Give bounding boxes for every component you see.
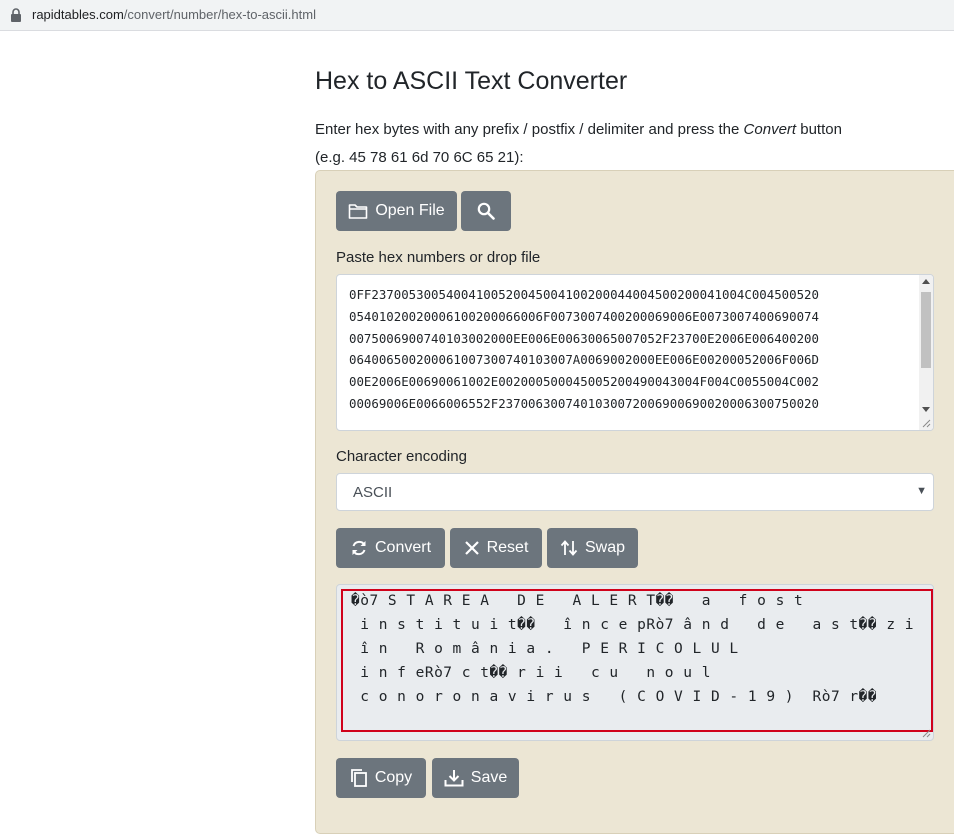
scrollbar-thumb[interactable] bbox=[921, 292, 931, 368]
search-icon bbox=[477, 202, 495, 220]
scroll-up-arrow-icon[interactable] bbox=[922, 279, 930, 284]
hex-input-label: Paste hex numbers or drop file bbox=[336, 249, 541, 266]
reset-button[interactable]: Reset bbox=[450, 528, 542, 568]
lock-icon bbox=[11, 8, 21, 22]
scroll-down-arrow-icon[interactable] bbox=[922, 407, 930, 412]
url-text[interactable]: rapidtables.com/convert/number/hex-to-as… bbox=[32, 7, 316, 22]
url-host: rapidtables.com bbox=[32, 7, 124, 22]
hex-line: 05401020020006100200066006F0073007400200… bbox=[349, 308, 819, 324]
hex-line: 0075006900740103002000EE006E006300650070… bbox=[349, 330, 819, 346]
page-title: Hex to ASCII Text Converter bbox=[315, 67, 628, 95]
download-icon bbox=[444, 770, 464, 787]
output-line: i n s t i t u i t�� î n c e pRò7 â n d d… bbox=[351, 617, 915, 633]
search-button[interactable] bbox=[461, 191, 511, 231]
hex-line: 00E2006E00690061002E00200050004500520049… bbox=[349, 374, 819, 390]
copy-label: Copy bbox=[374, 769, 413, 786]
folder-icon bbox=[349, 204, 368, 219]
output-line: i n f eRò7 c t�� r i i c u n o u l bbox=[351, 665, 711, 681]
hex-line: 064006500200061007300740103007A006900200… bbox=[349, 352, 819, 368]
open-file-button[interactable]: Open File bbox=[336, 191, 457, 231]
convert-label: Convert bbox=[374, 539, 432, 556]
hex-line: 00069006E0066006552F23700630074010300720… bbox=[349, 395, 819, 411]
text-output-textarea[interactable]: �ò7 S T A R E A D E A L E R T�� a f o s … bbox=[336, 584, 934, 741]
url-path: /convert/number/hex-to-ascii.html bbox=[123, 7, 316, 22]
copy-button[interactable]: Copy bbox=[336, 758, 426, 798]
output-line: �ò7 S T A R E A D E A L E R T�� a f o s … bbox=[351, 593, 804, 609]
browser-address-bar[interactable]: rapidtables.com/convert/number/hex-to-as… bbox=[0, 0, 954, 31]
resize-grip-icon[interactable] bbox=[922, 729, 931, 738]
hex-input-text: 0FF2370053005400410052004500410020004400… bbox=[349, 284, 914, 415]
copy-icon bbox=[350, 769, 367, 787]
swap-label: Swap bbox=[584, 539, 626, 556]
encoding-selected-value: ASCII bbox=[353, 484, 393, 501]
encoding-label: Character encoding bbox=[336, 448, 467, 465]
output-highlight-box: �ò7 S T A R E A D E A L E R T�� a f o s … bbox=[341, 589, 933, 732]
swap-button[interactable]: Swap bbox=[547, 528, 638, 568]
swap-vertical-icon bbox=[560, 540, 578, 556]
refresh-icon bbox=[352, 540, 366, 556]
output-line: c o n o r o n a v i r u s ( C O V I D - … bbox=[351, 689, 878, 705]
reset-label: Reset bbox=[486, 539, 529, 556]
close-icon bbox=[464, 541, 479, 555]
intro-line: Enter hex bytes with any prefix / postfi… bbox=[315, 121, 842, 138]
hex-input-textarea[interactable]: 0FF2370053005400410052004500410020004400… bbox=[336, 274, 934, 431]
intro-text: Enter hex bytes with any prefix / postfi… bbox=[315, 116, 842, 172]
output-line: î n R o m â n i a . P E R I C O L U L bbox=[351, 641, 739, 657]
save-label: Save bbox=[470, 769, 508, 786]
open-file-label: Open File bbox=[375, 202, 445, 219]
example-text: (e.g. 45 78 61 6d 70 6C 65 21): bbox=[315, 149, 524, 166]
converter-panel: Open File Paste hex numbers or drop file… bbox=[315, 170, 954, 834]
convert-button[interactable]: Convert bbox=[336, 528, 445, 568]
hex-scrollbar[interactable] bbox=[919, 275, 933, 430]
hex-line: 0FF2370053005400410052004500410020004400… bbox=[349, 287, 819, 302]
encoding-select[interactable]: ASCII ▼ bbox=[336, 473, 934, 511]
caret-down-icon: ▼ bbox=[916, 485, 927, 497]
resize-grip-icon[interactable] bbox=[922, 419, 931, 428]
save-button[interactable]: Save bbox=[432, 758, 519, 798]
